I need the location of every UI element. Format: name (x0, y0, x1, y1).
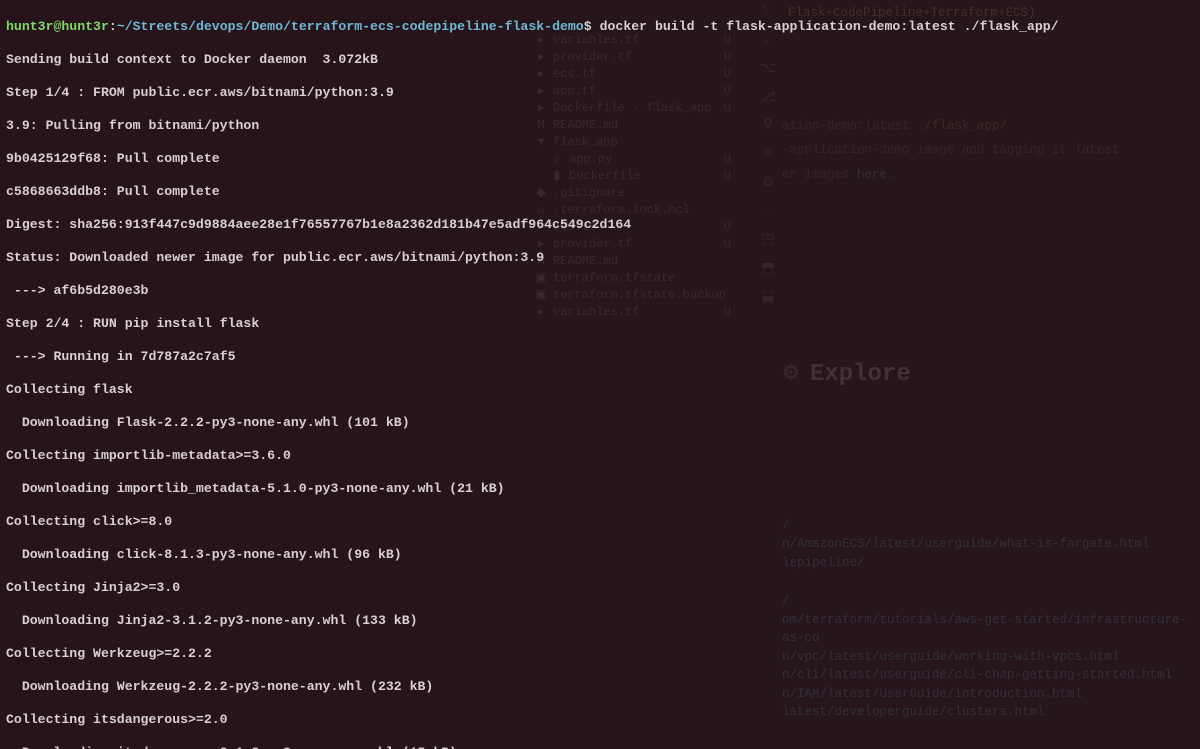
terminal-command: docker build -t flask-application-demo:l… (600, 19, 1059, 34)
terminal-output-line: Downloading Jinja2-3.1.2-py3-none-any.wh… (6, 613, 1194, 630)
terminal-output-line: 3.9: Pulling from bitnami/python (6, 118, 1194, 135)
terminal-output-line: Collecting flask (6, 382, 1194, 399)
terminal-output-line: Collecting Jinja2>=3.0 (6, 580, 1194, 597)
terminal-output-line: ---> af6b5d280e3b (6, 283, 1194, 300)
terminal-output-line: Downloading click-8.1.3-py3-none-any.whl… (6, 547, 1194, 564)
prompt-user: hunt3r@hunt3r (6, 19, 109, 34)
prompt-path: ~/Streets/devops/Demo/terraform-ecs-code… (117, 19, 584, 34)
terminal-output-line: Status: Downloaded newer image for publi… (6, 250, 1194, 267)
terminal-output-line: Downloading Werkzeug-2.2.2-py3-none-any.… (6, 679, 1194, 696)
terminal-output-line: Step 2/4 : RUN pip install flask (6, 316, 1194, 333)
terminal-output-line: Downloading importlib_metadata-5.1.0-py3… (6, 481, 1194, 498)
terminal-output-line: c5868663ddb8: Pull complete (6, 184, 1194, 201)
terminal-output-line: Collecting click>=8.0 (6, 514, 1194, 531)
terminal-output-line: Collecting itsdangerous>=2.0 (6, 712, 1194, 729)
terminal-output-line: Sending build context to Docker daemon 3… (6, 52, 1194, 69)
terminal-prompt-line: hunt3r@hunt3r:~/Streets/devops/Demo/terr… (6, 19, 1194, 36)
terminal-output-line: Collecting Werkzeug>=2.2.2 (6, 646, 1194, 663)
terminal[interactable]: hunt3r@hunt3r:~/Streets/devops/Demo/terr… (0, 0, 1200, 749)
terminal-output-line: ---> Running in 7d787a2c7af5 (6, 349, 1194, 366)
terminal-output-line: Digest: sha256:913f447c9d9884aee28e1f765… (6, 217, 1194, 234)
terminal-output-line: Downloading itsdangerous-2.1.2-py3-none-… (6, 745, 1194, 749)
terminal-output-line: Collecting importlib-metadata>=3.6.0 (6, 448, 1194, 465)
terminal-output-line: 9b0425129f68: Pull complete (6, 151, 1194, 168)
terminal-output-line: Step 1/4 : FROM public.ecr.aws/bitnami/p… (6, 85, 1194, 102)
terminal-output-line: Downloading Flask-2.2.2-py3-none-any.whl… (6, 415, 1194, 432)
